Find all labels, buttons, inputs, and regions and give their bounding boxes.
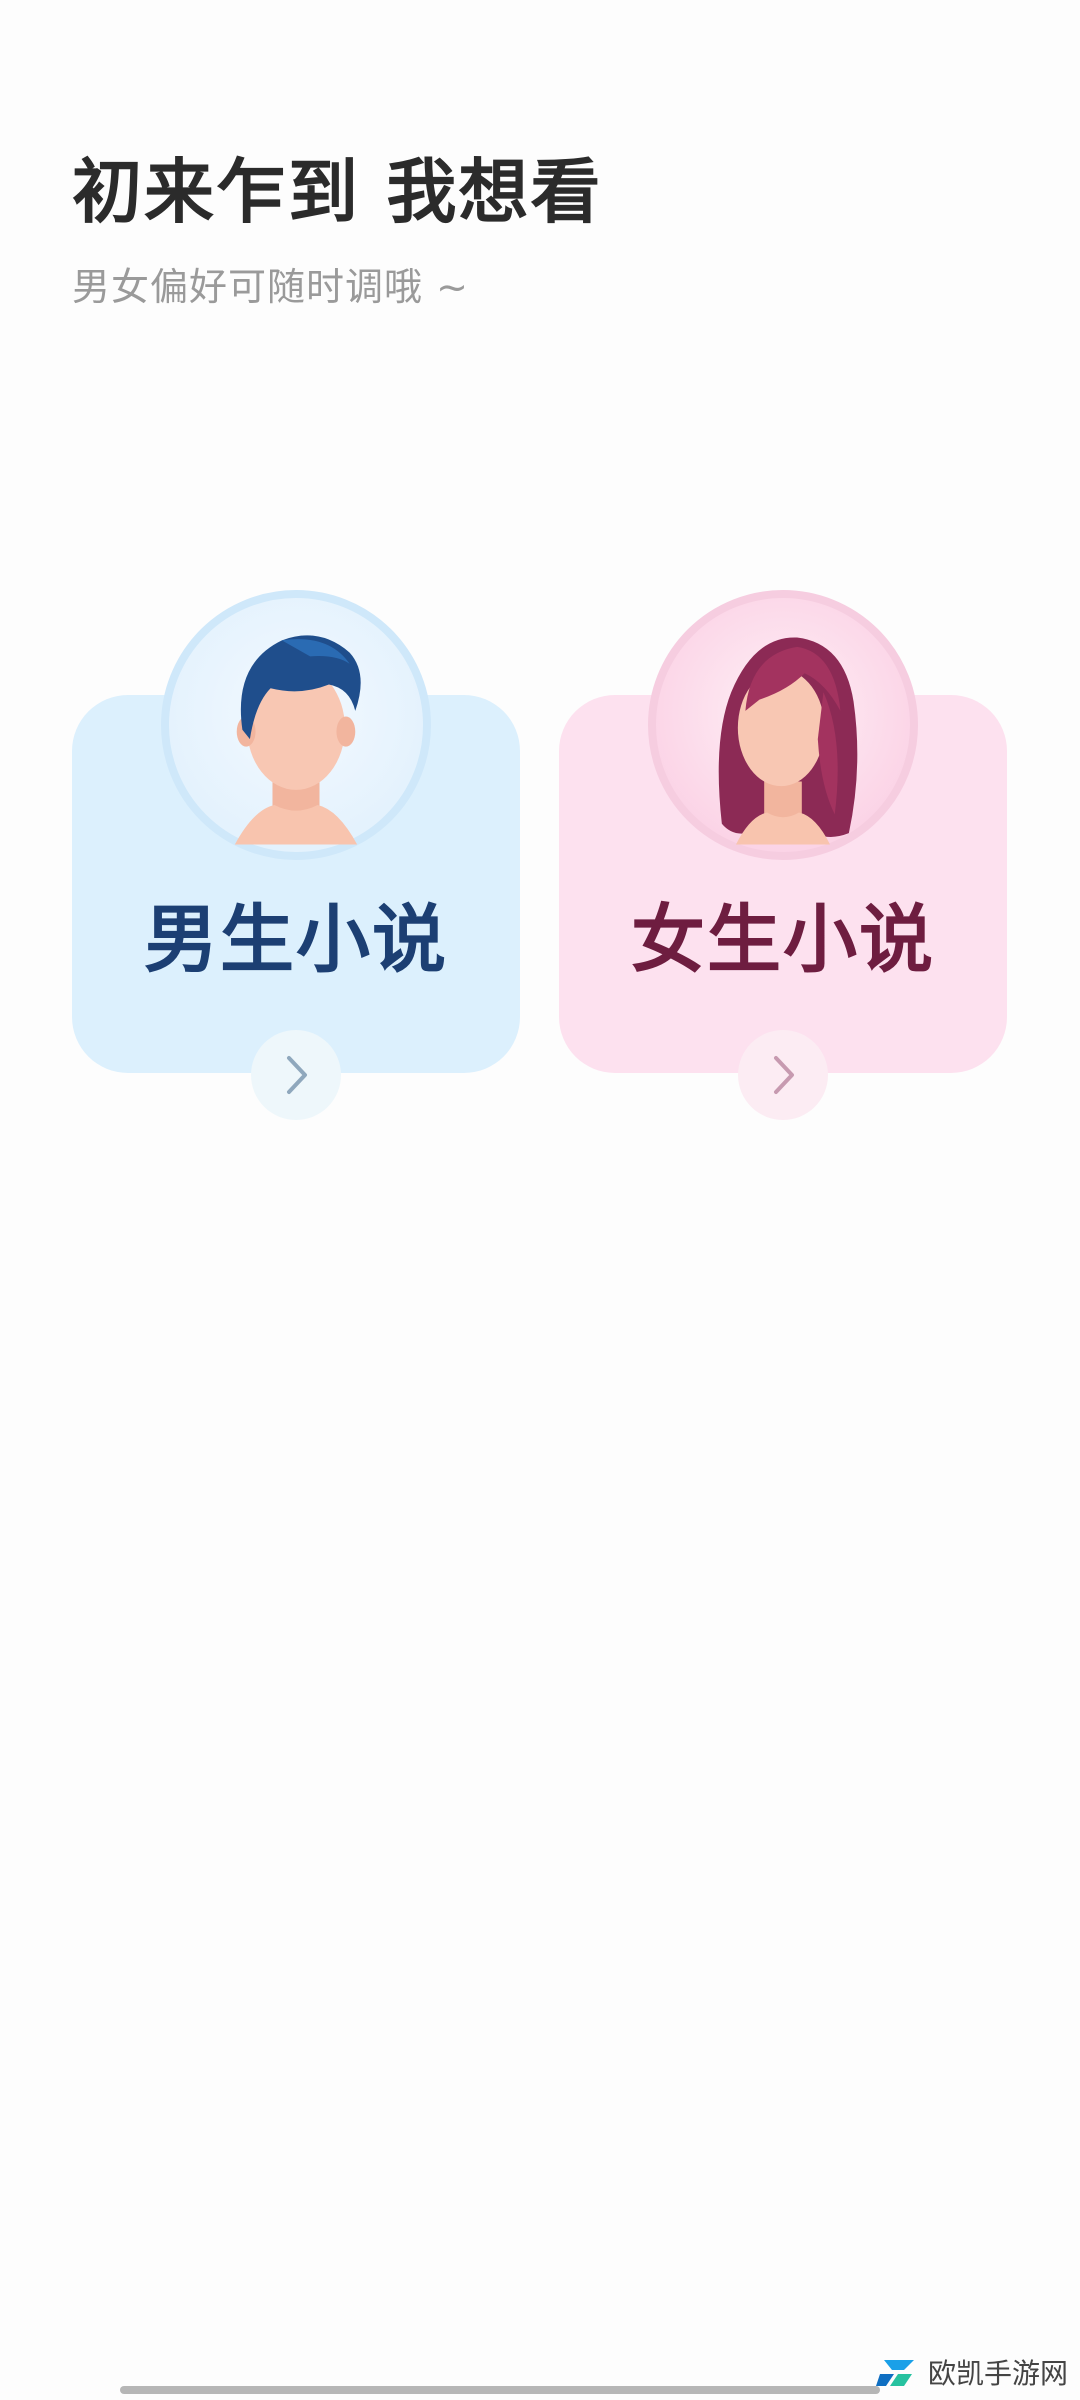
male-avatar-icon[interactable]	[161, 590, 431, 860]
home-indicator[interactable]	[120, 2386, 880, 2394]
page-subtitle: 男女偏好可随时调哦 ~	[72, 265, 469, 309]
male-novel-arrow-button[interactable]	[251, 1030, 341, 1120]
watermark: 欧凯手游网	[874, 2350, 1068, 2394]
watermark-logo-icon	[875, 2360, 914, 2386]
female-avatar-icon[interactable]	[648, 590, 918, 860]
chevron-right-icon	[287, 1056, 307, 1094]
male-novel-label[interactable]: 男生小说	[72, 880, 520, 987]
preference-selection-screen: 初来乍到 我想看 男女偏好可随时调哦 ~ 男生小说 女生小说 欧凯手游网	[0, 0, 1080, 2400]
female-novel-label[interactable]: 女生小说	[559, 880, 1007, 987]
page-title: 初来乍到 我想看	[72, 151, 603, 233]
watermark-text: 欧凯手游网	[927, 2357, 1068, 2390]
female-novel-arrow-button[interactable]	[738, 1030, 828, 1120]
chevron-right-icon	[774, 1056, 794, 1094]
